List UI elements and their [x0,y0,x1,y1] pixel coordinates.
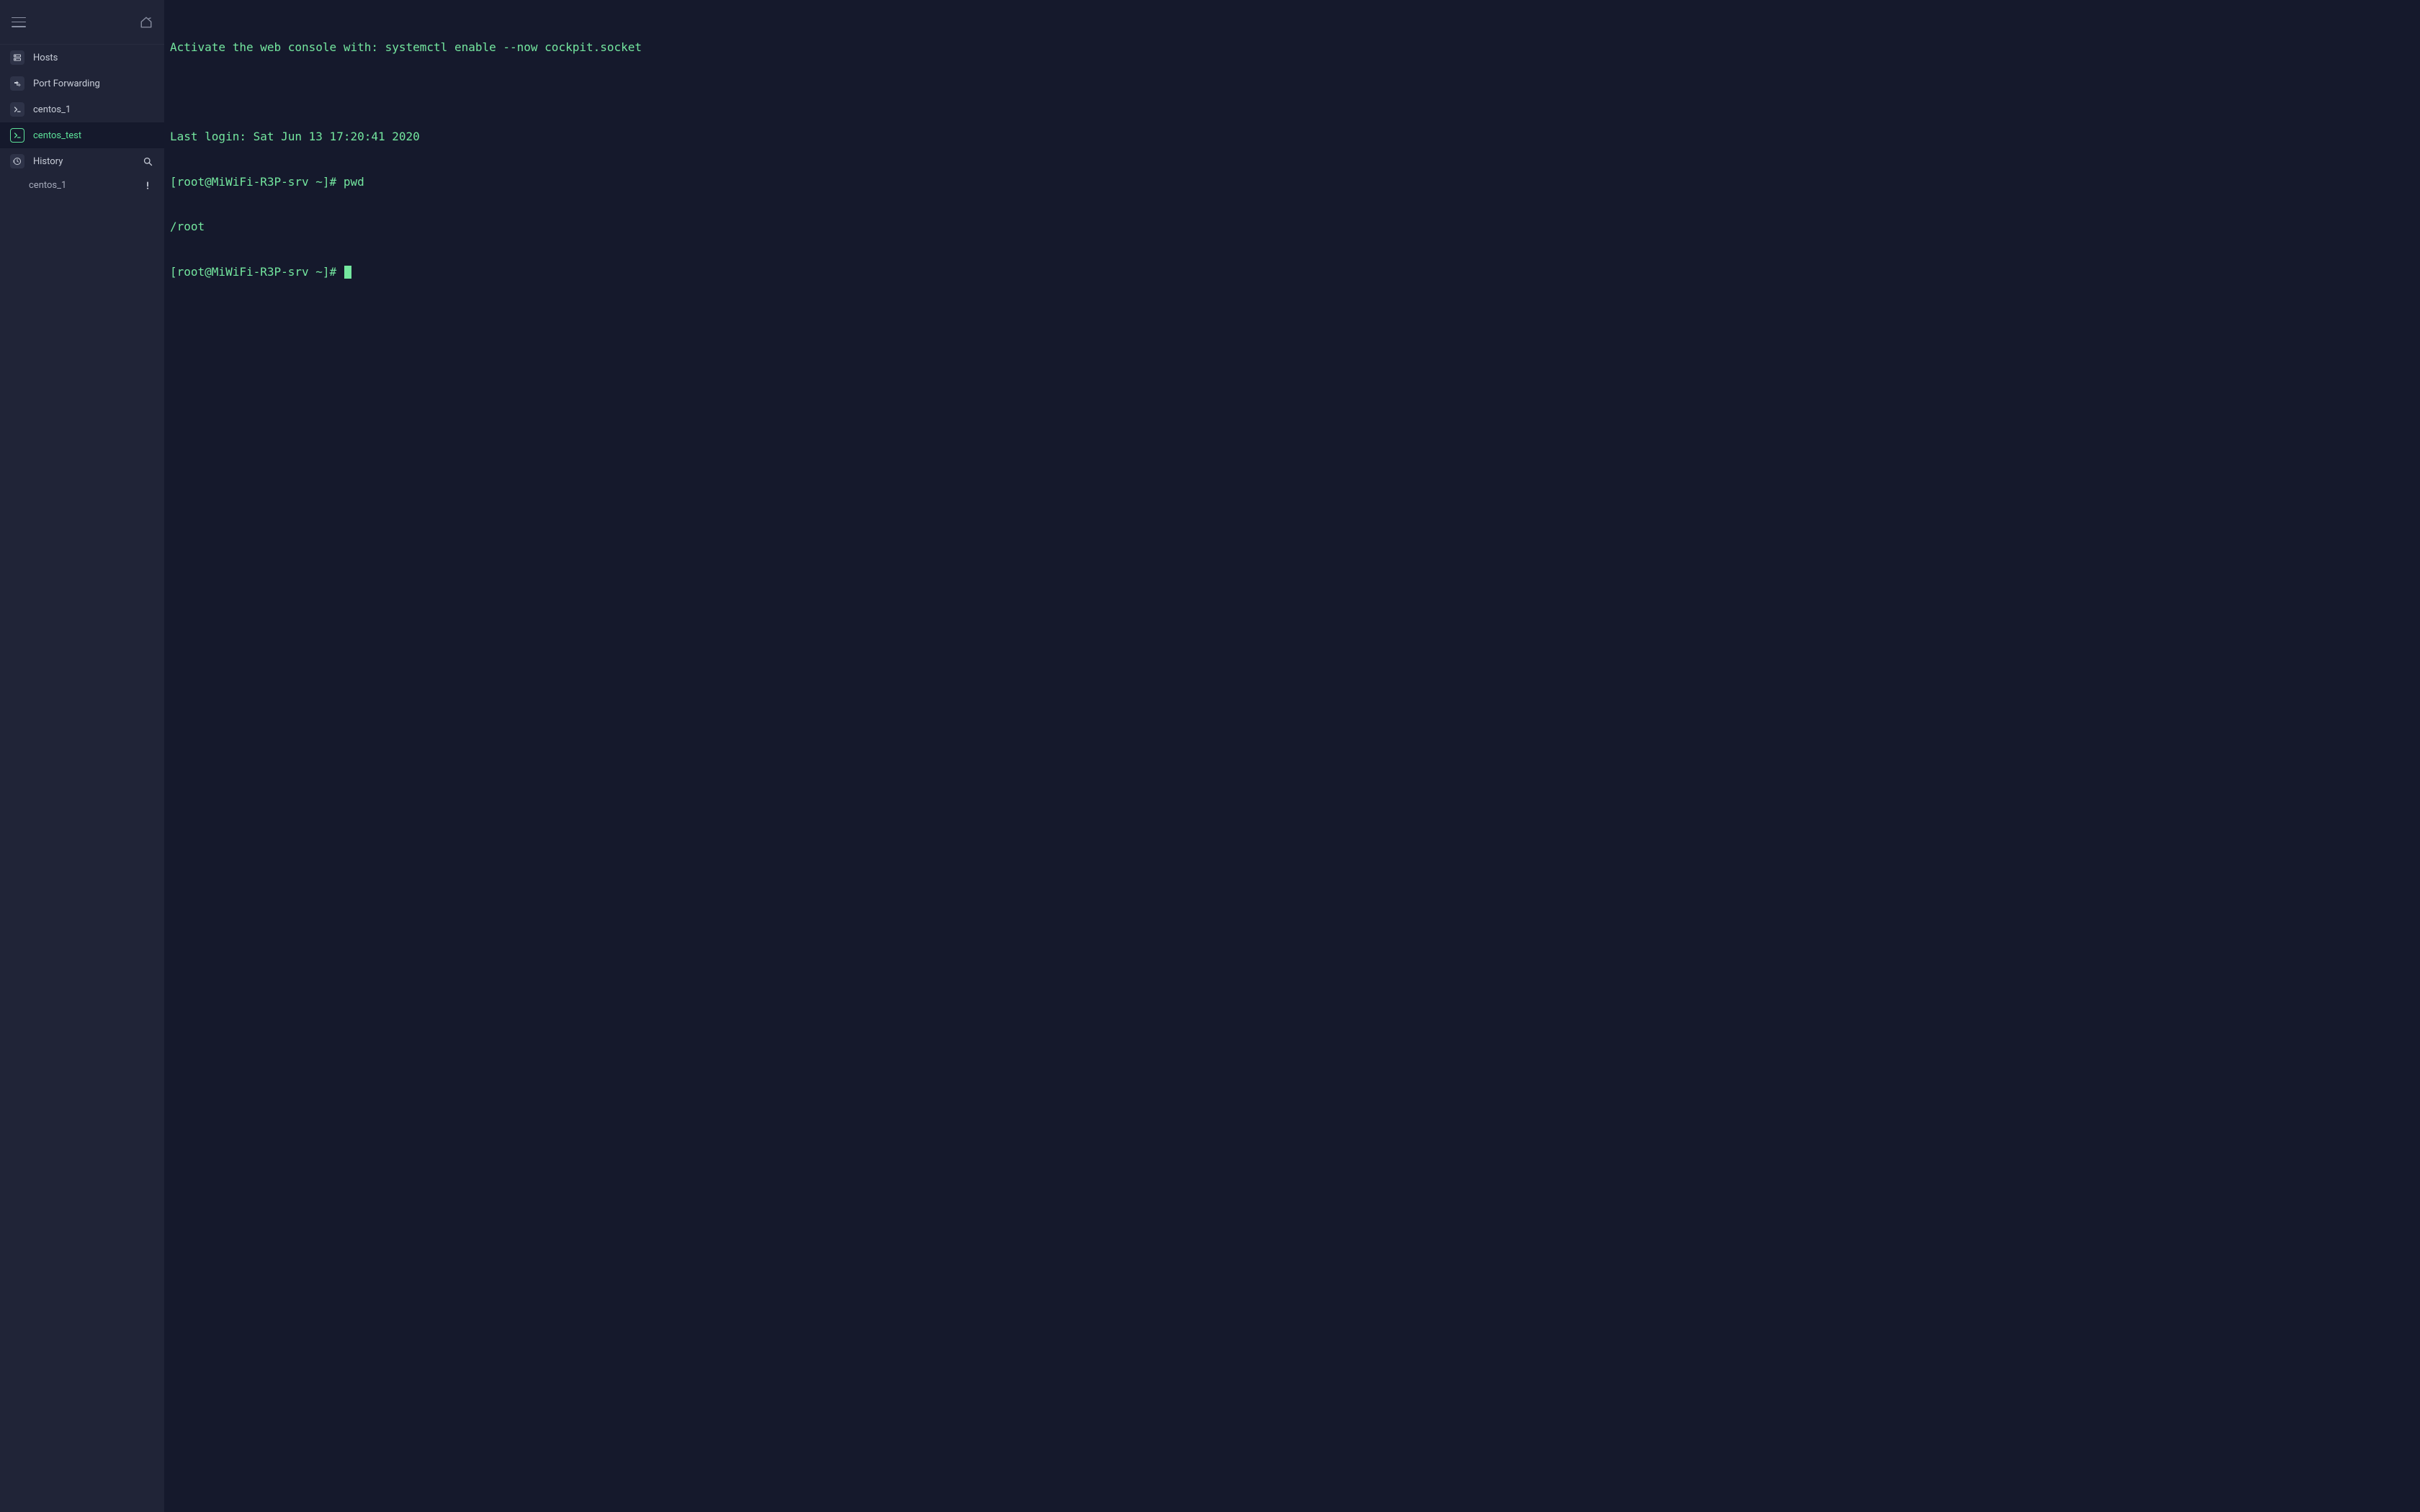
sidebar-item-session-centos1[interactable]: centos_1 [0,96,164,122]
terminal-cursor [344,266,351,279]
terminal-content: Activate the web console with: systemctl… [170,10,2414,310]
terminal-prompt: [root@MiWiFi-R3P-srv ~]# [170,265,344,279]
sidebar-history-header[interactable]: History [0,148,164,174]
sidebar-item-label: Port Forwarding [33,78,154,89]
terminal-line: Last login: Sat Jun 13 17:20:41 2020 [170,130,2414,145]
terminal-line [170,85,2414,100]
history-label: History [33,156,141,167]
forward-icon [10,76,24,91]
server-icon [10,50,24,65]
search-icon[interactable] [141,155,154,168]
sidebar-item-label: centos_1 [33,104,154,115]
history-children: centos_1 [0,174,164,196]
terminal-line: [root@MiWiFi-R3P-srv ~]# pwd [170,175,2414,190]
terminal-line: Activate the web console with: systemctl… [170,40,2414,55]
sidebar-item-label: centos_test [33,130,154,141]
sidebar-item-hosts[interactable]: Hosts [0,45,164,71]
history-icon [10,154,24,168]
menu-button[interactable] [12,17,26,27]
terminal-line: /root [170,220,2414,235]
sidebar-item-port-forwarding[interactable]: Port Forwarding [0,71,164,96]
terminal-icon [10,102,24,117]
home-icon[interactable] [140,16,153,29]
sidebar-item-session-centostest[interactable]: centos_test [0,122,164,148]
history-item-label: centos_1 [29,180,66,191]
sidebar-header [0,0,164,45]
sidebar-item-label: Hosts [33,53,154,63]
sidebar: Hosts Port Forwarding centos_1 centos_te… [0,0,164,1512]
terminal-icon [10,128,24,143]
terminal-pane[interactable]: Activate the web console with: systemctl… [164,0,2420,1512]
terminal-prompt-line: [root@MiWiFi-R3P-srv ~]# [170,265,2414,280]
alert-icon[interactable] [141,179,154,192]
history-item[interactable]: centos_1 [0,174,164,196]
